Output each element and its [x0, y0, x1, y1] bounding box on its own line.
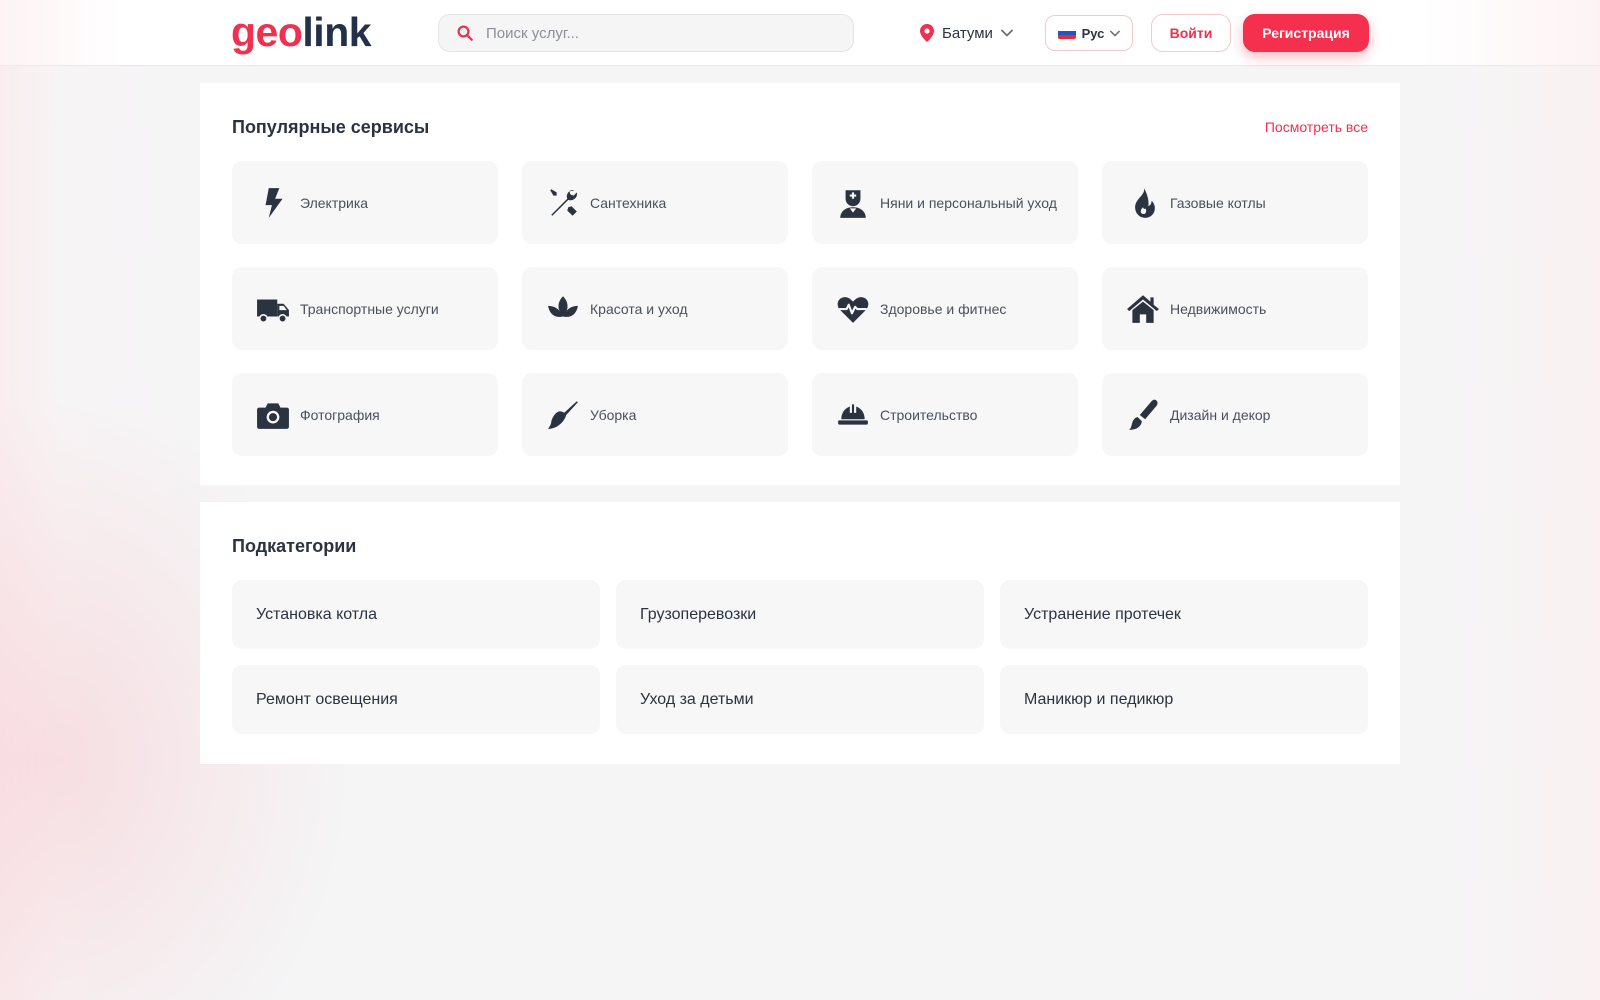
- map-pin-icon: [920, 24, 934, 42]
- service-card-plumbing[interactable]: Сантехника: [522, 161, 788, 244]
- popular-services-panel: Популярные сервисы Посмотреть все Электр…: [200, 83, 1400, 485]
- language-label: Рус: [1081, 25, 1105, 41]
- broom-icon: [546, 398, 580, 432]
- service-label: Газовые котлы: [1170, 194, 1266, 211]
- city-selector[interactable]: Батуми: [920, 20, 1013, 46]
- bolt-icon: [256, 186, 290, 220]
- logo-geo: geo: [231, 9, 303, 55]
- service-label: Недвижимость: [1170, 300, 1267, 317]
- logo-link: link: [302, 9, 372, 55]
- nurse-icon: [836, 186, 870, 220]
- service-label: Дизайн и декор: [1170, 406, 1271, 423]
- spa-icon: [546, 292, 580, 326]
- russia-flag-icon: [1057, 27, 1076, 39]
- language-selector[interactable]: Рус: [1045, 15, 1133, 51]
- login-button[interactable]: Войти: [1151, 14, 1231, 52]
- hardhat-icon: [836, 398, 870, 432]
- service-label: Уборка: [590, 406, 637, 423]
- subcategories-grid: Установка котла Грузоперевозки Устранени…: [232, 580, 1369, 734]
- logo[interactable]: geolink: [231, 8, 372, 56]
- service-label: Транспортные услуги: [300, 300, 439, 317]
- heartbeat-icon: [836, 292, 870, 326]
- paintbrush-icon: [1126, 398, 1160, 432]
- subcategory-item[interactable]: Грузоперевозки: [616, 580, 984, 649]
- service-label: Строительство: [880, 406, 978, 423]
- see-all-link[interactable]: Посмотреть все: [1265, 119, 1368, 135]
- service-card-gas-boilers[interactable]: Газовые котлы: [1102, 161, 1368, 244]
- service-card-design[interactable]: Дизайн и декор: [1102, 373, 1368, 456]
- subcategory-item[interactable]: Уход за детьми: [616, 665, 984, 734]
- popular-services-title: Популярные сервисы: [232, 117, 430, 137]
- fire-icon: [1126, 186, 1160, 220]
- truck-icon: [256, 292, 290, 326]
- tools-icon: [546, 186, 580, 220]
- subcategories-title: Подкатегории: [232, 536, 357, 556]
- service-card-realty[interactable]: Недвижимость: [1102, 267, 1368, 350]
- chevron-down-icon: [1001, 29, 1013, 37]
- service-card-nanny[interactable]: Няни и персональный уход: [812, 161, 1078, 244]
- service-label: Электрика: [300, 194, 369, 211]
- service-card-cleaning[interactable]: Уборка: [522, 373, 788, 456]
- search-icon: [457, 25, 473, 41]
- service-label: Красота и уход: [590, 300, 688, 317]
- service-label: Сантехника: [590, 194, 667, 211]
- service-card-beauty[interactable]: Красота и уход: [522, 267, 788, 350]
- service-card-electrics[interactable]: Электрика: [232, 161, 498, 244]
- service-card-photo[interactable]: Фотография: [232, 373, 498, 456]
- services-grid: Электрика Сантехника Няни и персональный…: [232, 161, 1368, 456]
- home-icon: [1126, 292, 1160, 326]
- camera-icon: [256, 398, 290, 432]
- service-card-health[interactable]: Здоровье и фитнес: [812, 267, 1078, 350]
- service-card-transport[interactable]: Транспортные услуги: [232, 267, 498, 350]
- register-button[interactable]: Регистрация: [1243, 14, 1369, 52]
- city-label: Батуми: [942, 24, 993, 42]
- subcategory-item[interactable]: Устранение протечек: [1000, 580, 1368, 649]
- search-box[interactable]: [438, 14, 854, 52]
- subcategories-panel: Подкатегории Установка котла Грузоперево…: [200, 502, 1400, 764]
- service-card-construction[interactable]: Строительство: [812, 373, 1078, 456]
- header: geolink Батуми Рус Войти Регистрация: [0, 0, 1600, 66]
- service-label: Фотография: [300, 406, 380, 423]
- chevron-down-icon: [1110, 30, 1121, 36]
- service-label: Здоровье и фитнес: [880, 300, 1007, 317]
- search-input[interactable]: [486, 24, 846, 42]
- subcategory-item[interactable]: Установка котла: [232, 580, 600, 649]
- service-label: Няни и персональный уход: [880, 194, 1057, 211]
- subcategory-item[interactable]: Маникюр и педикюр: [1000, 665, 1368, 734]
- subcategory-item[interactable]: Ремонт освещения: [232, 665, 600, 734]
